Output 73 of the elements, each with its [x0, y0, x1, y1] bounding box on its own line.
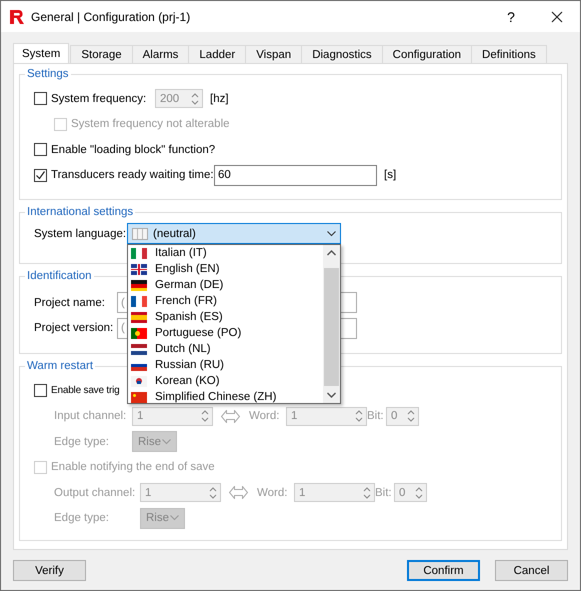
close-icon: [551, 10, 563, 22]
app-logo-icon: [9, 8, 25, 24]
checkbox-label: Enable "loading block" function?: [51, 144, 216, 156]
chevron-icon: [170, 515, 179, 522]
tab[interactable]: Configuration: [382, 45, 472, 63]
scroll-down-icon[interactable]: [327, 392, 336, 398]
checkbox-label: System frequency not alterable: [71, 118, 230, 130]
checkbox-label: Enable notifying the end of save: [51, 461, 215, 474]
tab[interactable]: Vispan: [245, 45, 302, 63]
flag-icon: [131, 376, 147, 387]
flag-icon: [131, 296, 147, 307]
spin-arrows-icon[interactable]: [415, 486, 423, 500]
flag-icon: [131, 248, 147, 259]
dropdown-option[interactable]: Simplified Chinese (ZH): [128, 389, 323, 406]
scroll-up-icon[interactable]: [327, 250, 336, 256]
double-arrow-icon: [229, 486, 248, 500]
flag-icon: [131, 328, 147, 339]
group-title: Settings: [26, 68, 70, 80]
unit-label: [hz]: [210, 92, 229, 105]
tab[interactable]: Storage: [70, 45, 133, 63]
field-label: Bit:: [375, 486, 393, 499]
flag-icon: [132, 228, 148, 240]
dropdown-option[interactable]: German (DE): [128, 277, 323, 294]
dialog-button[interactable]: Verify: [13, 560, 86, 581]
dropdown-option[interactable]: French (FR): [128, 293, 323, 310]
field-label: Edge type:: [54, 512, 110, 524]
field-label: Edge type:: [54, 436, 110, 448]
field-label: Project version:: [34, 322, 114, 334]
dropdown-option[interactable]: Portuguese (PO): [128, 325, 323, 342]
dropdown-option[interactable]: Italian (IT): [128, 245, 323, 262]
chevron-icon: [162, 438, 171, 445]
group-title: Identification: [26, 270, 93, 282]
checkbox[interactable]: [34, 143, 47, 156]
dropdown-option[interactable]: Spanish (ES): [128, 309, 323, 326]
input-field[interactable]: 60: [214, 164, 377, 186]
flag-icon: [131, 344, 147, 355]
dropdown-option[interactable]: Korean (KO): [128, 373, 323, 390]
field-label: Word:: [257, 486, 288, 499]
flag-icon: [131, 392, 147, 403]
unit-label: [s]: [384, 169, 396, 182]
field-label: Project name:: [34, 296, 106, 309]
checkbox-label: Enable save trig: [51, 385, 120, 396]
field-label: Output channel:: [54, 486, 136, 499]
language-dropdown[interactable]: (neutral): [127, 223, 341, 244]
tab[interactable]: Diagnostics: [301, 45, 383, 63]
group-title: International settings: [26, 206, 134, 218]
group-title: Warm restart: [26, 360, 94, 372]
spin-arrows-icon[interactable]: [407, 409, 415, 424]
flag-icon: [131, 312, 147, 323]
flag-icon: [131, 280, 147, 291]
field-label: Bit:: [367, 410, 385, 422]
checkbox[interactable]: [34, 168, 47, 182]
flag-icon: [131, 264, 147, 275]
dialog-button[interactable]: Confirm: [407, 560, 480, 581]
window-title: General | Configuration (prj-1): [31, 10, 190, 24]
help-button[interactable]: ?: [488, 1, 534, 32]
field-label: System language:: [34, 228, 127, 240]
field-label: Word:: [249, 410, 280, 422]
dialog-button[interactable]: Cancel: [495, 560, 568, 581]
dropdown-option[interactable]: Russian (RU): [128, 357, 323, 374]
double-arrow-icon: [221, 410, 240, 423]
spin-arrows-icon[interactable]: [363, 486, 371, 500]
spin-arrows-icon[interactable]: [355, 409, 363, 424]
tab[interactable]: System: [13, 43, 70, 63]
dropdown-option[interactable]: Dutch (NL): [128, 341, 323, 358]
tab[interactable]: Definitions: [471, 45, 547, 63]
checkbox-label: System frequency:: [51, 92, 148, 105]
chevron-icon: [327, 230, 336, 237]
dropdown-option[interactable]: English (EN): [128, 261, 323, 278]
scrollbar[interactable]: [323, 245, 340, 404]
checkbox-label: Transducers ready waiting time:: [51, 169, 214, 182]
checkbox[interactable]: [34, 384, 47, 398]
field-label: Input channel:: [54, 410, 128, 422]
